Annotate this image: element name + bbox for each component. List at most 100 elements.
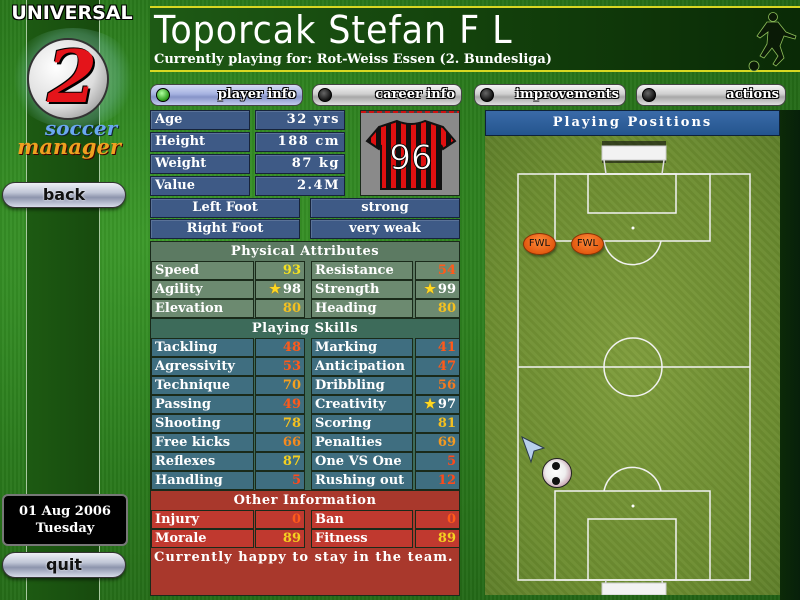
skill-number: 81 [437,416,456,431]
skill-value: 78 [255,414,305,433]
date-text: 01 Aug 2006 [19,504,111,519]
skill-label: Tackling [151,338,254,357]
pitch [485,136,780,596]
skill-value: 41 [415,338,460,357]
other-info-label: Morale [151,529,254,548]
goal-top-icon [601,141,667,175]
skill-value: 48 [255,338,305,357]
skill-number: 5 [446,454,456,469]
skill-value: 53 [255,357,305,376]
weight-label: Weight [150,154,250,174]
penalty-spot-bottom [631,504,635,508]
left-foot-value: strong [310,198,460,218]
skill-value: 69 [415,433,460,452]
weekday-text: Tuesday [35,521,95,536]
skill-number: 69 [437,435,456,450]
skill-number: 48 [282,340,301,355]
right-foot-label: Right Foot [150,219,300,239]
age-label: Age [150,110,250,130]
other-info-number: 0 [446,512,456,527]
skill-number: 47 [437,359,456,374]
skill-label: Dribbling [311,376,413,395]
age-value: 32 yrs [255,110,345,130]
skill-label: Reflexes [151,452,254,471]
other-info-value: 0 [415,510,460,529]
ball-icon [542,458,572,488]
skill-number: 12 [437,473,456,488]
skill-label: Penalties [311,433,413,452]
skill-label: One VS One [311,452,413,471]
skill-label: Technique [151,376,254,395]
physical-attribute-value: 54 [415,261,460,280]
skill-number: 49 [282,397,301,412]
tab-player-info[interactable]: player info [150,84,303,106]
goal-area-top [587,173,677,214]
shirt-number: 96 [389,138,432,178]
right-foot-value: very weak [310,219,460,239]
tab-actions[interactable]: actions [636,84,786,106]
back-button[interactable]: back [2,182,126,208]
physical-attributes-title: Physical Attributes [230,244,380,259]
tab-career-info[interactable]: career info [312,84,462,106]
skill-value: 81 [415,414,460,433]
physical-attribute-value: ★ 98 [255,280,305,299]
skill-label: Passing [151,395,254,414]
tab-indicator-icon [642,88,656,102]
physical-attribute-label: Speed [151,261,254,280]
physical-attribute-value: 93 [255,261,305,280]
physical-attribute-value: 80 [415,299,460,318]
height-value: 188 cm [255,132,345,152]
skill-label: Shooting [151,414,254,433]
physical-attribute-number: 98 [282,282,301,297]
skill-label: Creativity [311,395,413,414]
other-info-value: 89 [415,529,460,548]
physical-attribute-label: Resistance [311,261,413,280]
value-value: 2.4M [255,176,345,196]
other-info-label: Fitness [311,529,413,548]
tab-improvements[interactable]: improvements [474,84,626,106]
skill-value: 87 [255,452,305,471]
other-info-label: Injury [151,510,254,529]
tab-label: player info [217,87,296,102]
position-badge[interactable]: FWL [523,233,556,255]
tab-indicator-icon [318,88,332,102]
value-label: Value [150,176,250,196]
skill-label: Agressivity [151,357,254,376]
pitch-lines [517,141,751,596]
penalty-arc-top [603,240,662,266]
physical-attribute-label: Strength [311,280,413,299]
penalty-arc-bottom [603,466,662,492]
logo-title: UNIVERSAL [11,2,133,24]
playing-positions-title: Playing Positions [485,110,780,136]
skill-label: Scoring [311,414,413,433]
physical-attribute-number: 99 [437,282,456,297]
physical-attribute-number: 80 [437,301,456,316]
goal-area-bottom [587,518,677,581]
skill-label: Free kicks [151,433,254,452]
skill-label: Handling [151,471,254,490]
skill-value: 66 [255,433,305,452]
star-icon: ★ [424,397,436,412]
quit-button[interactable]: quit [2,552,126,578]
physical-attribute-number: 54 [437,263,456,278]
shirt-icon: 96 [365,119,457,190]
logo-manager-text: manager [17,134,121,159]
shirt-panel: 96 [360,110,460,196]
physical-attribute-number: 93 [282,263,301,278]
position-badge[interactable]: FWL [571,233,604,255]
physical-attribute-label: Elevation [151,299,254,318]
club-line: Currently playing for: Rot-Weiss Essen (… [154,52,552,67]
skill-number: 78 [282,416,301,431]
skill-value: 70 [255,376,305,395]
pitch-shadow [780,110,800,600]
physical-attribute-label: Heading [311,299,413,318]
star-icon: ★ [424,282,436,297]
penalty-spot-top [631,226,635,230]
skill-number: 53 [282,359,301,374]
skill-number: 56 [437,378,456,393]
other-info-value: 0 [255,510,305,529]
left-foot-label: Left Foot [150,198,300,218]
skill-value: 56 [415,376,460,395]
playing-skills-title: Playing Skills [251,321,359,336]
game-logo: UNIVERSAL 2 soccer manager [0,0,150,170]
